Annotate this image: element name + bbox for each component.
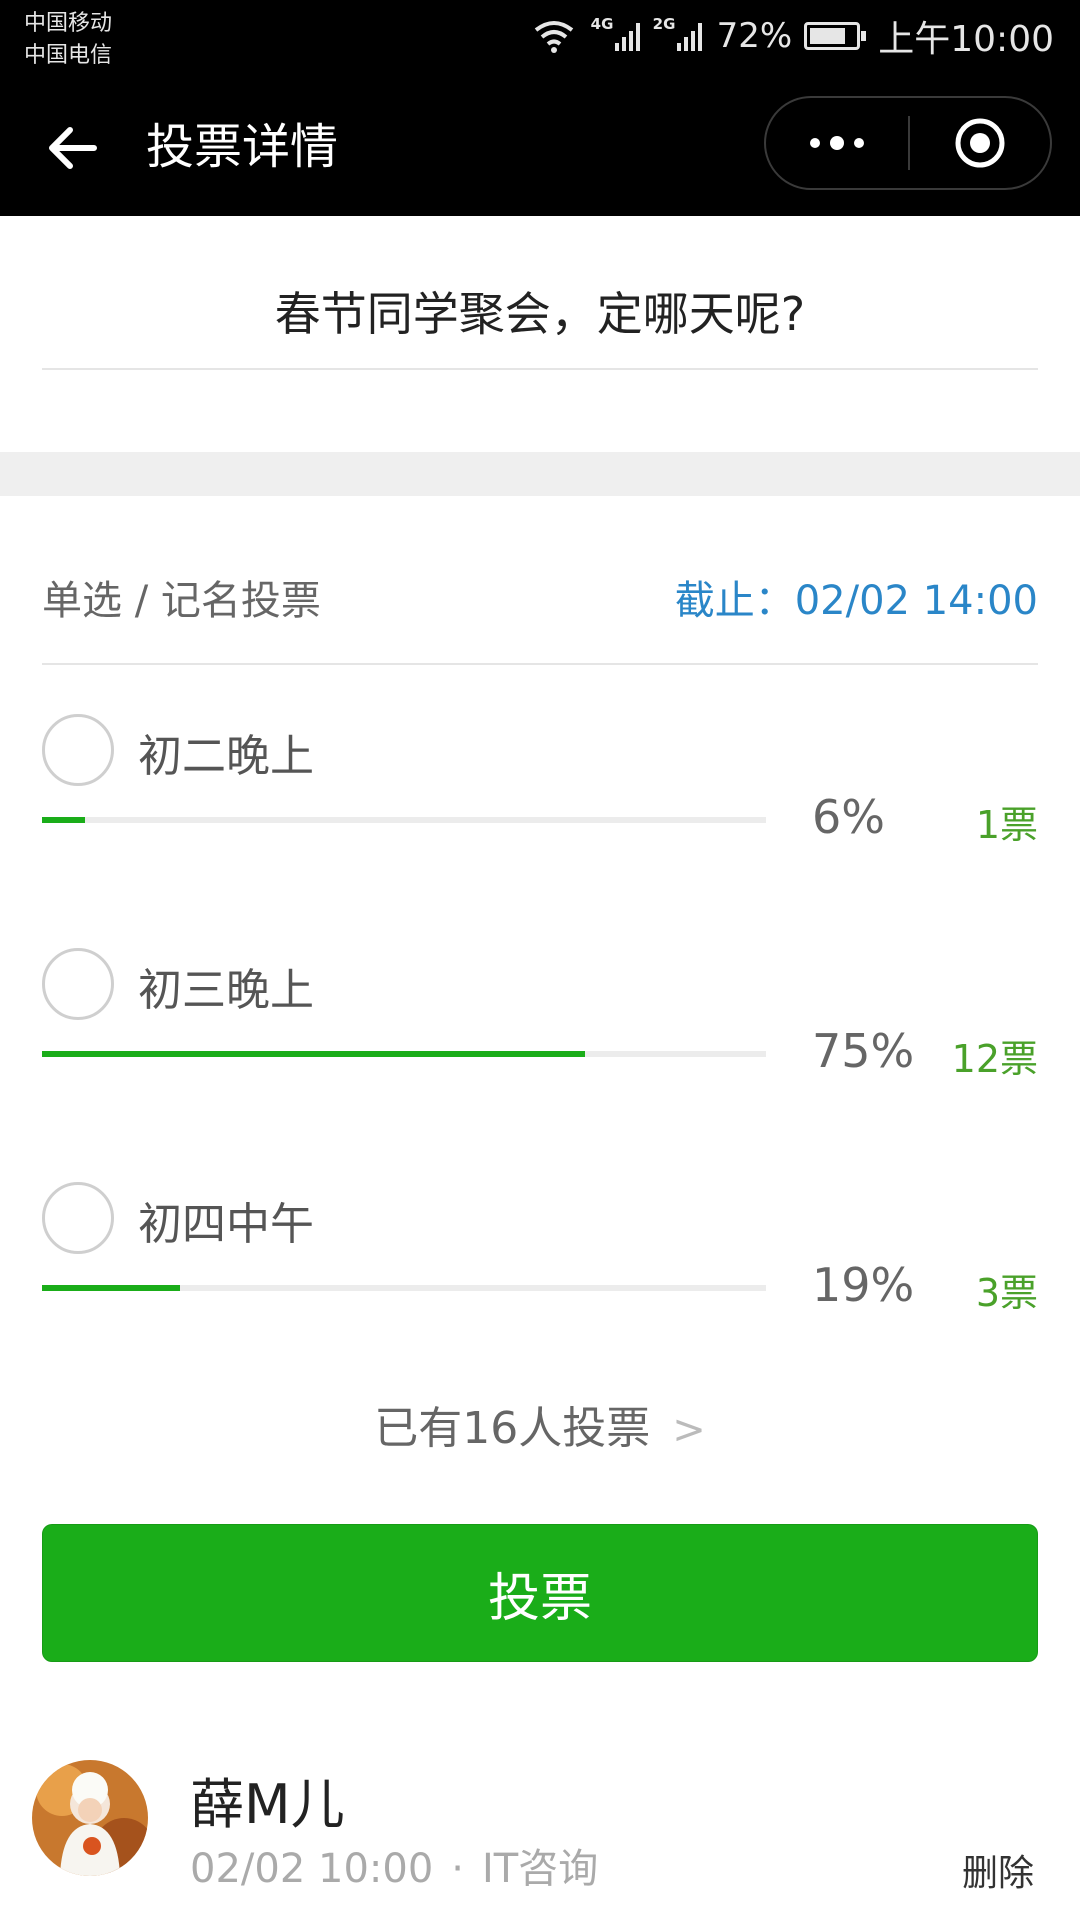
battery-icon	[804, 22, 867, 50]
carriers: 中国移动 中国电信	[24, 8, 112, 72]
voters-link[interactable]: 已有16人投票 >	[0, 1392, 1080, 1456]
miniprogram-capsule	[764, 96, 1052, 190]
vote-button[interactable]: 投票	[42, 1524, 1038, 1662]
option-label: 初二晚上	[138, 731, 314, 782]
vote-meta: 单选 / 记名投票 截止：02/02 14:00	[42, 560, 1038, 630]
chevron-right-icon: >	[672, 1407, 706, 1453]
option-count: 3票	[975, 1271, 1038, 1315]
divider	[42, 368, 1038, 370]
wifi-icon	[534, 21, 573, 53]
vote-option[interactable]: 初三晚上 75% 12票	[0, 948, 1080, 1138]
divider	[42, 663, 1038, 665]
progress-fill	[42, 817, 86, 823]
comment-author: 薛M儿	[190, 1773, 345, 1836]
clock: 上午10:00	[878, 19, 1054, 60]
option-count: 1票	[975, 803, 1038, 847]
separator: ·	[451, 1846, 464, 1892]
vote-option[interactable]: 初四中午 19% 3票	[0, 1182, 1080, 1372]
progress-track	[42, 1051, 766, 1057]
vote-title-section: 春节同学聚会，定哪天呢?	[0, 216, 1080, 452]
progress-track	[42, 817, 766, 823]
vote-option[interactable]: 初二晚上 6% 1票	[0, 714, 1080, 904]
radio-button[interactable]	[42, 948, 114, 1020]
comment-meta: 02/02 10:00 · IT咨询	[190, 1836, 598, 1894]
voters-count-text: 已有16人投票	[374, 1403, 651, 1454]
signal-2-icon: 2G	[653, 15, 705, 51]
back-arrow-icon[interactable]	[42, 118, 102, 178]
progress-fill	[42, 1285, 180, 1291]
vote-title: 春节同学聚会，定哪天呢?	[274, 287, 806, 341]
status-bar: 中国移动 中国电信 4G 2G 72% 上午10:00	[0, 0, 1080, 82]
page-title: 投票详情	[146, 119, 339, 175]
progress-fill	[42, 1051, 585, 1057]
avatar[interactable]	[32, 1760, 148, 1876]
carrier-1: 中国移动	[24, 11, 113, 36]
vote-type: 单选 / 记名投票	[42, 578, 321, 624]
signal-1-icon: 4G	[591, 15, 643, 51]
option-label: 初三晚上	[138, 965, 314, 1016]
radio-button[interactable]	[42, 1182, 114, 1254]
section-gap	[0, 452, 1080, 496]
target-icon[interactable]	[910, 98, 1050, 188]
option-percent: 6%	[812, 790, 885, 844]
delete-button[interactable]: 删除	[962, 1844, 1034, 1896]
vote-deadline: 截止：02/02 14:00	[674, 578, 1038, 624]
status-icons: 4G 2G 72% 上午10:00	[533, 14, 1054, 60]
comment-time: 02/02 10:00	[190, 1846, 434, 1892]
option-label: 初四中午	[138, 1199, 314, 1250]
signal-2-tag: 2G	[652, 15, 676, 33]
carrier-2: 中国电信	[24, 43, 113, 68]
comment-item: 薛M儿 02/02 10:00 · IT咨询 删除	[0, 1760, 1080, 1920]
more-dots-icon[interactable]	[766, 98, 908, 188]
option-percent: 19%	[812, 1258, 915, 1312]
battery-percent: 72%	[716, 16, 793, 56]
radio-button[interactable]	[42, 714, 114, 786]
signal-1-tag: 4G	[590, 15, 614, 33]
option-count: 12票	[951, 1037, 1038, 1081]
option-percent: 75%	[812, 1024, 915, 1078]
progress-track	[42, 1285, 766, 1291]
comment-org: IT咨询	[481, 1846, 599, 1892]
nav-bar: 投票详情	[0, 82, 1080, 216]
